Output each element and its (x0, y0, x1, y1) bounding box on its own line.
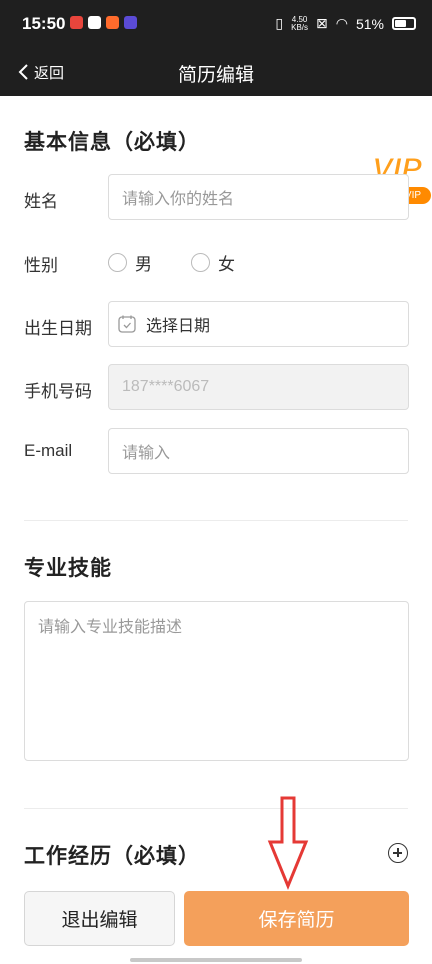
wifi-icon: ◠ (335, 15, 348, 31)
home-indicator (130, 958, 302, 962)
gender-female-radio[interactable]: 女 (191, 250, 235, 275)
gender-male-radio[interactable]: 男 (108, 250, 152, 275)
app-notification-icon (124, 16, 137, 29)
phone-label: 手机号码 (24, 382, 92, 401)
skills-placeholder: 请输入专业技能描述 (38, 619, 183, 636)
radio-circle (108, 253, 127, 272)
work-experience-title: 工作经历（必填） (24, 845, 200, 868)
app-notification-icon (106, 16, 119, 29)
skills-title: 专业技能 (24, 557, 112, 580)
phone-field: 187****6067 (108, 364, 409, 410)
skills-textarea[interactable]: 请输入专业技能描述 (24, 601, 409, 761)
phone-value: 187****6067 (122, 378, 210, 395)
notification-icons (70, 16, 137, 29)
add-work-experience-icon[interactable] (388, 843, 408, 863)
battery-icon (392, 17, 416, 30)
birth-date-label: 出生日期 (24, 319, 92, 338)
email-placeholder: 请输入 (122, 445, 171, 462)
gender-male-label: 男 (135, 255, 152, 274)
name-label: 姓名 (24, 192, 58, 211)
gender-label: 性别 (24, 256, 58, 275)
exit-edit-button[interactable]: 退出编辑 (24, 891, 175, 946)
page-title: 简历编辑 (177, 65, 254, 86)
section-divider (24, 520, 408, 521)
app-notification-icon (88, 16, 101, 29)
vibrate-icon: ▯ (275, 15, 284, 31)
no-sim-icon: ⊠ (316, 15, 328, 31)
battery-percent: 51% (355, 15, 384, 32)
calendar-icon (118, 315, 136, 333)
network-speed: 4.50 KB/s (291, 15, 309, 32)
section-divider (24, 808, 408, 809)
save-resume-button[interactable]: 保存简历 (184, 891, 409, 946)
name-placeholder: 请输入你的姓名 (122, 191, 235, 208)
gender-female-label: 女 (218, 255, 235, 274)
name-input[interactable]: 请输入你的姓名 (108, 174, 409, 220)
status-bar: 15:50 ▯ 4.50 KB/s ⊠ ◠ 51% (0, 0, 432, 48)
email-input[interactable]: 请输入 (108, 428, 409, 474)
birth-date-placeholder: 选择日期 (146, 318, 211, 335)
nav-bar: 返回 简历编辑 (0, 48, 432, 96)
annotation-down-arrow-icon (267, 796, 309, 890)
radio-circle (191, 253, 210, 272)
birth-date-picker[interactable]: 选择日期 (108, 301, 409, 347)
email-label: E-mail (24, 441, 73, 460)
app-notification-icon (70, 16, 83, 29)
basic-info-title: 基本信息（必填） (24, 131, 200, 154)
status-time: 15:50 (22, 14, 66, 33)
net-speed-unit: KB/s (291, 22, 309, 32)
